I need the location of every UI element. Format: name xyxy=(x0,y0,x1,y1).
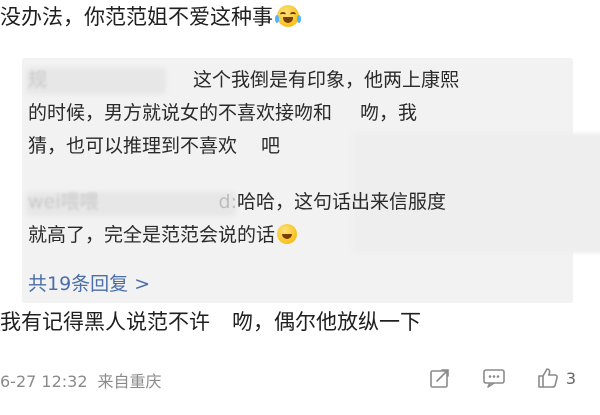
top-comment-text: 没办法，你范范姐不爱这种事 xyxy=(0,5,273,29)
bottom-comment-part-1: 我有记得黑人说范不许 xyxy=(0,310,210,334)
reply-1: 规 这个我倒是有印象，他两上康熙 的时候，男方就说女的不喜欢接吻和 吻，我 猜，也可… xyxy=(28,64,568,163)
reply-2: wei喂喂 d:哈哈，这句话出来信服度 就高了，完全是范范会说的话 xyxy=(28,186,568,252)
weibo-comment-thread: 没办法，你范范姐不爱这种事 规 这个我倒是有印象，他两上康熙 的时候，男方就说女的… xyxy=(0,0,600,415)
like-count: 3 xyxy=(565,368,576,388)
reply-1-username[interactable]: 规 xyxy=(28,69,47,91)
replies-box: 规 这个我倒是有印象，他两上康熙 的时候，男方就说女的不喜欢接吻和 吻，我 猜，也可… xyxy=(22,58,600,303)
comment-actions: 3 xyxy=(428,366,576,390)
thumbs-up-icon xyxy=(536,366,560,390)
like-button[interactable]: 3 xyxy=(536,366,576,390)
reply-1-line-2-end: 吻，我 xyxy=(360,102,418,124)
comment-meta: 6-27 12:32 来自重庆 xyxy=(0,368,162,392)
reply-1-line-2: 的时候，男方就说女的不喜欢接吻和 xyxy=(28,102,333,124)
more-replies-link[interactable]: 共19条回复 > xyxy=(28,270,150,298)
reply-2-line-2: 就高了，完全是范范会说的话 xyxy=(28,224,276,246)
comment-location: 来自重庆 xyxy=(97,372,162,391)
top-comment: 没办法，你范范姐不爱这种事 xyxy=(0,2,301,32)
laughing-emoji-icon xyxy=(277,224,298,244)
share-icon[interactable] xyxy=(428,366,452,390)
more-replies-label: 共19条回复 xyxy=(28,273,129,295)
bottom-comment: 我有记得黑人说范不许 吻，偶尔他放纵一下 xyxy=(0,306,421,338)
reply-2-line-1: 哈哈，这句话出来信服度 xyxy=(236,191,446,213)
comment-icon[interactable] xyxy=(482,366,506,390)
chevron-right-icon: > xyxy=(134,273,151,295)
bottom-comment-part-2: 吻，偶尔他放纵一下 xyxy=(232,310,421,334)
comment-time: 6-27 12:32 xyxy=(0,372,88,391)
reply-1-line-3-end: 吧 xyxy=(261,135,281,157)
reply-1-line-3: 猜，也可以推理到不喜欢 xyxy=(28,135,238,157)
reply-2-username-suffix: d: xyxy=(218,191,237,213)
reply-2-username[interactable]: wei喂喂 xyxy=(28,191,99,213)
reply-1-line-1: 这个我倒是有印象，他两上康熙 xyxy=(193,69,460,91)
crying-laughing-emoji-icon xyxy=(275,5,301,27)
